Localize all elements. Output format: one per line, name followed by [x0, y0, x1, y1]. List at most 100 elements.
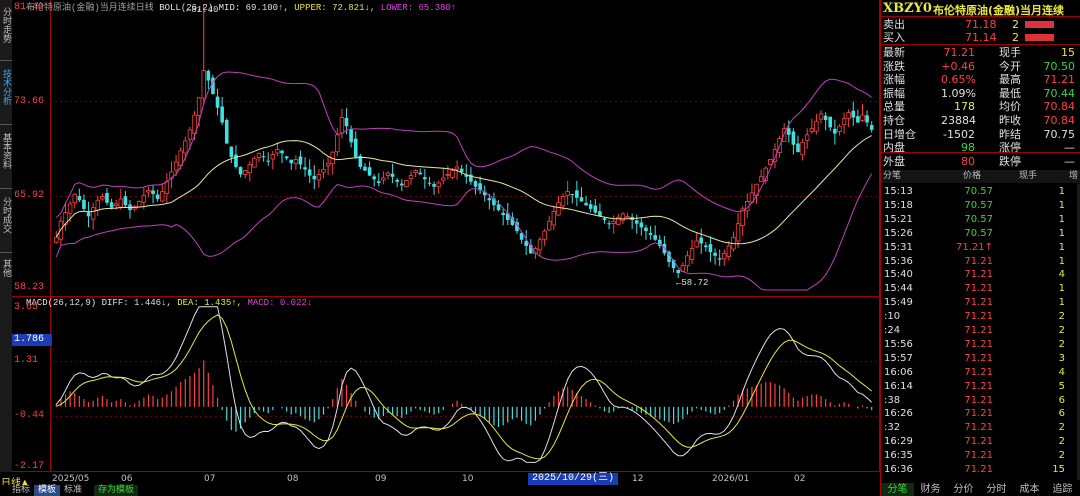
- tick-price: 71.21: [964, 366, 993, 378]
- candle-body: [856, 116, 860, 123]
- tick-volume: 2: [1058, 450, 1065, 462]
- tab-standard[interactable]: 标准: [60, 485, 86, 496]
- vtab-divider: [0, 124, 12, 125]
- vtab-technical[interactable]: 技术分析: [0, 64, 12, 110]
- tick-row: 15:13 70.57 1: [881, 184, 1080, 199]
- candle-body: [266, 160, 271, 162]
- candle-body: [372, 176, 376, 180]
- candle-body: [607, 223, 611, 225]
- candle-body: [570, 194, 575, 196]
- tick-time: 15:21: [884, 213, 913, 225]
- candle-body: [141, 194, 147, 203]
- candle-body: [441, 177, 446, 181]
- tab-template[interactable]: 模板: [34, 485, 61, 496]
- candle-body: [676, 269, 681, 274]
- candle-body: [72, 193, 77, 204]
- x-axis-label: 2026/01: [712, 474, 750, 484]
- candle-body: [349, 129, 353, 143]
- candle-body: [459, 168, 464, 172]
- tab-cost[interactable]: 成本: [1013, 483, 1046, 496]
- candle-body: [298, 156, 303, 165]
- tick-price: 70.57: [964, 227, 993, 239]
- candle-body: [648, 232, 653, 235]
- candle-body: [82, 199, 86, 209]
- macd-legend: MACD(26,12,9) DIFF: 1.446↓, DEA: 1.435↑,…: [26, 298, 312, 308]
- candle-body: [270, 154, 276, 160]
- low-annotation: ←58.72: [676, 278, 709, 288]
- candle-body: [353, 138, 358, 158]
- tick-time: 15:13: [884, 186, 913, 197]
- vtab-trades[interactable]: 分时成交: [0, 192, 12, 238]
- candle-body: [694, 240, 699, 248]
- candle-body: [722, 252, 727, 260]
- buy-row: 买入 71.14 2: [881, 30, 1080, 45]
- candle-body: [768, 159, 773, 165]
- ticks-header: 分笔 价格 现手 增: [881, 170, 1080, 183]
- kline-chart[interactable]: [12, 0, 880, 472]
- candle-body: [321, 169, 326, 173]
- vtab-other[interactable]: 其他: [0, 256, 12, 280]
- tick-row: 16:26 71.21 6: [881, 406, 1080, 421]
- tick-price: 70.57: [964, 199, 993, 211]
- tick-time: 16:36: [884, 464, 913, 475]
- vtab-fundamentals[interactable]: 基本资料: [0, 128, 12, 174]
- candle-body: [865, 115, 869, 123]
- candle-body: [247, 164, 252, 174]
- candle-body: [67, 203, 73, 214]
- tick-time: 16:26: [884, 408, 913, 420]
- candle-body: [602, 218, 607, 221]
- boll-label: BOLL(26,2): [159, 3, 214, 13]
- instrument-name: 布伦特原油(金融)当月连续日线: [26, 3, 154, 13]
- candle-body: [565, 191, 570, 196]
- tick-volume: 1: [1058, 227, 1065, 239]
- candle-body: [390, 173, 395, 177]
- candle-body: [385, 172, 391, 176]
- tab-track[interactable]: 追踪: [1046, 483, 1079, 496]
- candle-body: [413, 170, 418, 174]
- candle-body: [376, 181, 381, 183]
- candle-body: [450, 170, 455, 178]
- tick-row: 15:36 71.21 1: [881, 254, 1080, 269]
- tick-row: 15:18 70.57 1: [881, 198, 1080, 213]
- tick-price: 71.21: [964, 422, 993, 434]
- vtab-divider: [0, 60, 12, 61]
- quote-panel: XBZY0 布伦特原油(金融)当月连续 卖出 71.18 2 买入 71.14 …: [880, 0, 1080, 496]
- macd-axis-label: 1.31: [14, 355, 39, 366]
- vtab-divider: [0, 252, 12, 253]
- candle-body: [307, 169, 312, 176]
- tick-time: 16:35: [884, 450, 913, 462]
- candle-body: [137, 201, 142, 208]
- tab-finance[interactable]: 财务: [914, 483, 947, 496]
- tick-time: 15:57: [884, 352, 913, 364]
- tab-indicator[interactable]: 指标: [8, 485, 34, 496]
- candle-body: [593, 205, 598, 213]
- tick-row: 16:36 71.21 15: [881, 462, 1080, 477]
- candle-body: [833, 128, 837, 134]
- tab-ticks[interactable]: 分笔: [881, 483, 914, 496]
- candle-body: [146, 189, 151, 193]
- candle-body: [644, 227, 648, 232]
- tab-price-dist[interactable]: 分价: [947, 483, 980, 496]
- candle-body: [634, 220, 639, 224]
- vtab-timeshare[interactable]: 分时走势: [0, 2, 12, 48]
- candle-body: [224, 120, 229, 144]
- boll-lower-value: LOWER: 65.380↑: [380, 3, 457, 13]
- tab-timeshare[interactable]: 分时: [980, 483, 1013, 496]
- candle-body: [303, 167, 307, 170]
- candle-body: [164, 181, 170, 194]
- candle-body: [689, 248, 695, 260]
- tab-save-template[interactable]: 存为模板: [94, 485, 139, 496]
- tick-time: 15:40: [884, 269, 913, 281]
- candle-body: [335, 134, 340, 153]
- tick-price: 71.21: [964, 464, 993, 475]
- candle-body: [95, 199, 100, 211]
- tick-row: 16:35 71.21 2: [881, 448, 1080, 463]
- candle-body: [823, 115, 828, 121]
- tick-row: :24 71.21 2: [881, 323, 1080, 338]
- chart-area[interactable]: 81.40 73.66 65.92 58.23 ←81.40 ←58.72 布伦…: [12, 0, 880, 472]
- candle-body: [118, 198, 123, 208]
- tick-price: 71.21: [964, 338, 993, 350]
- macd-diff-value: DIFF: 1.446↓,: [101, 298, 172, 308]
- tick-time: 15:36: [884, 255, 913, 267]
- candle-body: [708, 244, 713, 253]
